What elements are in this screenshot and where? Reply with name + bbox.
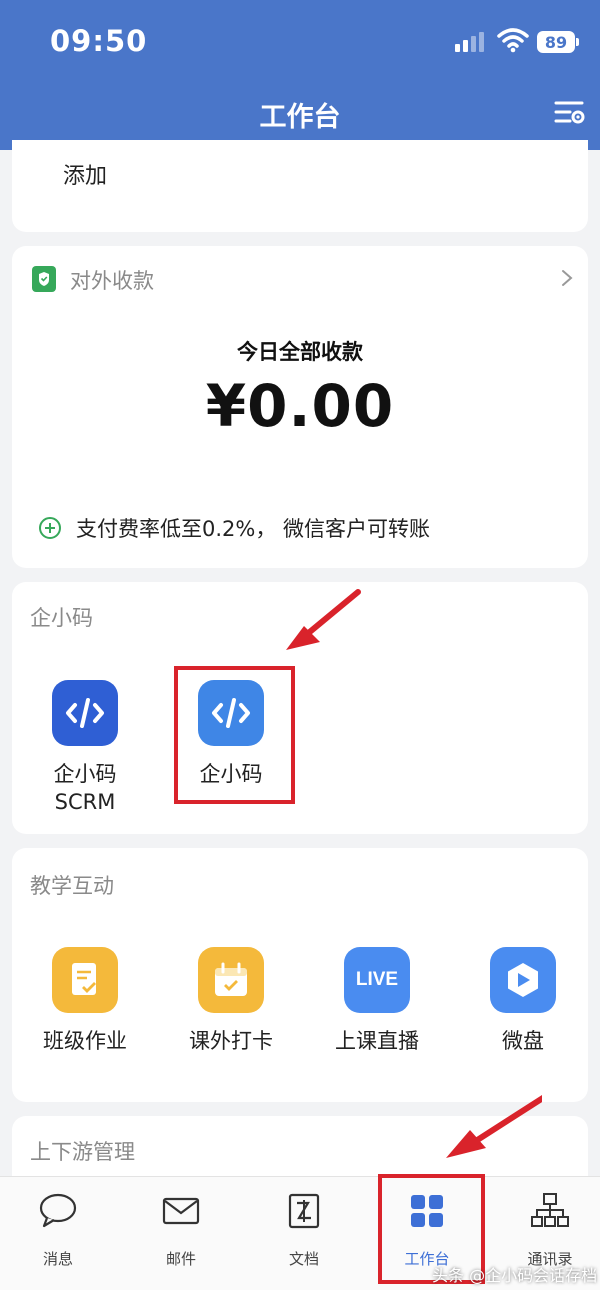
app-qixiaoma-scrm[interactable]: 企小码 SCRM	[30, 680, 140, 816]
app-homework[interactable]: 班级作业	[30, 947, 140, 1055]
app-weipan[interactable]: 微盘	[468, 947, 578, 1055]
teaching-section-title: 教学互动	[30, 874, 114, 898]
page-title: 工作台	[259, 102, 341, 133]
today-income-label: 今日全部收款	[237, 340, 363, 364]
red-arrow-annotation	[286, 589, 361, 650]
plus-circle-icon	[39, 517, 61, 539]
drive-icon	[490, 947, 556, 1013]
app-label: 微盘	[502, 1029, 544, 1053]
homework-icon	[52, 947, 118, 1013]
code-icon	[52, 680, 118, 746]
app-live-class[interactable]: LIVE 上课直播	[322, 947, 432, 1055]
payment-promo[interactable]: 支付费率低至0.2%， 微信客户可转账	[76, 513, 430, 543]
tab-label: 消息	[42, 1250, 73, 1268]
tab-contacts[interactable]: 通讯录	[500, 1192, 600, 1269]
status-time: 09:50	[50, 24, 148, 58]
app-label: 课外打卡	[189, 1029, 273, 1053]
chevron-right-icon[interactable]	[560, 268, 574, 288]
org-chart-icon	[531, 1193, 569, 1227]
app-checkin[interactable]: 课外打卡	[176, 947, 286, 1055]
highlight-box	[174, 666, 295, 804]
chat-icon	[39, 1193, 77, 1228]
mail-icon	[162, 1197, 200, 1225]
tab-documents[interactable]: 文档	[254, 1192, 354, 1269]
checkin-icon	[198, 947, 264, 1013]
watermark: 头条 @企小码会话存档	[432, 1266, 598, 1285]
document-icon	[288, 1193, 320, 1229]
cellular-signal-icon	[455, 30, 484, 52]
supply-chain-section-title: 上下游管理	[30, 1140, 135, 1164]
tab-mail[interactable]: 邮件	[131, 1192, 231, 1269]
tab-messages[interactable]: 消息	[8, 1192, 108, 1269]
battery-icon: 89	[537, 31, 575, 53]
app-label: 班级作业	[43, 1029, 127, 1053]
payment-title: 对外收款	[70, 269, 154, 293]
battery-tip	[576, 38, 579, 46]
live-icon: LIVE	[344, 947, 410, 1013]
app-label: 上课直播	[335, 1029, 419, 1053]
add-link[interactable]: 添加	[63, 158, 107, 190]
shield-icon	[32, 266, 56, 292]
red-arrow-annotation	[446, 1095, 542, 1158]
app-label: 企小码 SCRM	[53, 762, 117, 814]
qixiaoma-section-title: 企小码	[30, 606, 93, 630]
settings-icon[interactable]	[554, 98, 586, 126]
wifi-icon	[497, 28, 529, 53]
tab-label: 文档	[288, 1250, 319, 1268]
tab-label: 邮件	[165, 1250, 196, 1268]
today-income-amount: ¥0.00	[205, 372, 395, 440]
